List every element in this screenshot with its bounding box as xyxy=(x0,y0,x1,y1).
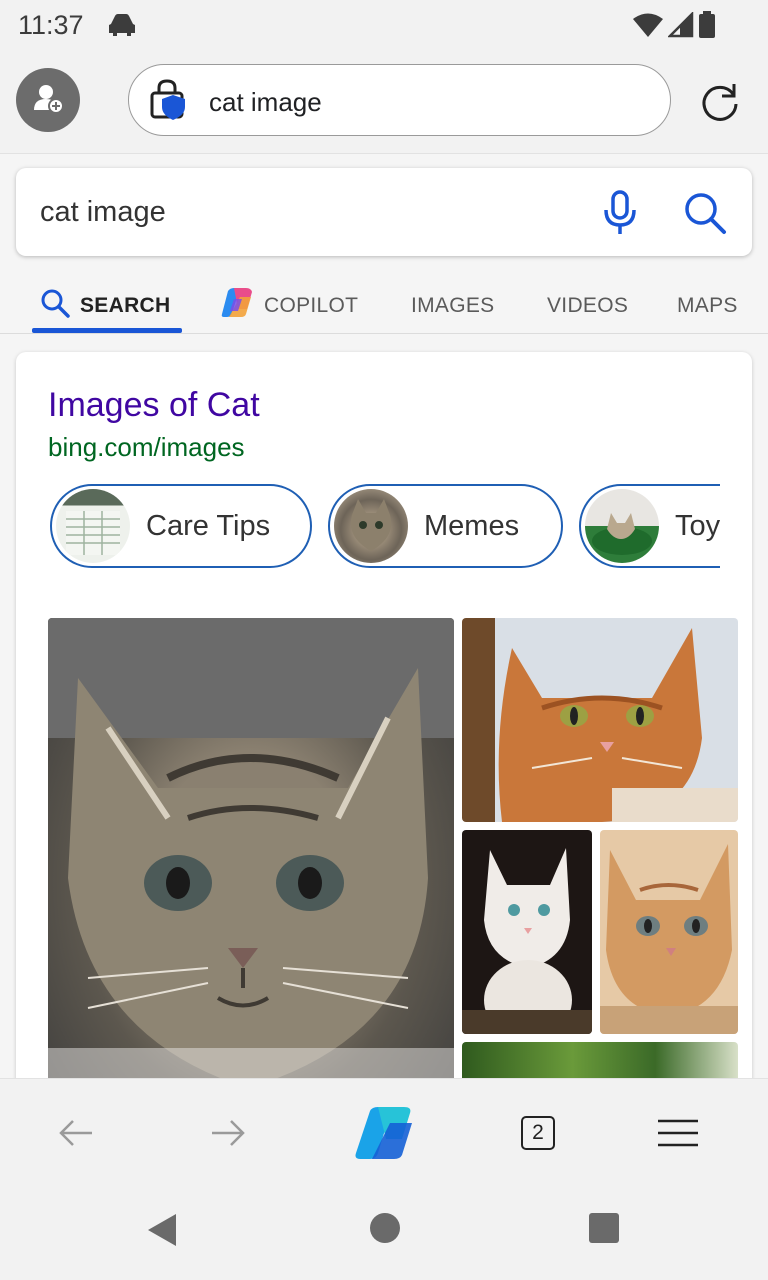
tab-label: VIDEOS xyxy=(547,294,629,317)
result-title-link[interactable]: Images of Cat xyxy=(48,386,260,425)
tabs-button[interactable]: 2 xyxy=(510,1105,566,1161)
address-bar[interactable]: cat image xyxy=(128,64,671,136)
hamburger-menu-icon xyxy=(658,1119,698,1147)
secure-lock-icon[interactable] xyxy=(149,79,189,126)
car-notification-icon xyxy=(106,12,138,43)
search-tabs: SEARCH COPILOT IMAGES VIDEOS MAPS xyxy=(0,278,768,334)
wifi-icon xyxy=(632,12,664,43)
search-input[interactable]: cat image xyxy=(40,196,166,229)
tab-label: MAPS xyxy=(677,294,738,317)
image-result-card: Images of Cat bing.com/images Care Tips xyxy=(16,352,752,1078)
browser-toolbar: cat image xyxy=(0,50,768,154)
copilot-icon xyxy=(355,1107,412,1159)
search-icon[interactable] xyxy=(682,190,728,241)
arrow-right-icon xyxy=(212,1120,245,1146)
image-grid xyxy=(48,618,738,1078)
image-orange-cat[interactable] xyxy=(462,618,738,822)
system-home-button[interactable] xyxy=(369,1212,401,1249)
system-recents-button[interactable] xyxy=(588,1212,620,1249)
arrow-left-icon xyxy=(59,1120,92,1146)
memes-thumbnail xyxy=(334,489,408,563)
system-nav-bar xyxy=(0,1182,768,1280)
reload-button[interactable] xyxy=(698,80,742,124)
chip-label: Toys xyxy=(675,509,720,542)
forward-button[interactable] xyxy=(200,1105,256,1161)
address-text: cat image xyxy=(209,87,322,117)
system-back-button[interactable] xyxy=(146,1212,178,1253)
image-tabby-kitten[interactable] xyxy=(48,618,454,1078)
related-chips: Care Tips Memes Toys xyxy=(48,482,720,572)
tab-label: IMAGES xyxy=(411,294,495,317)
search-icon xyxy=(40,288,70,324)
chip-toys[interactable]: Toys xyxy=(579,484,720,568)
tab-label: SEARCH xyxy=(80,294,171,317)
tab-copilot[interactable]: COPILOT xyxy=(220,278,358,334)
status-time: 11:37 xyxy=(18,10,84,40)
signal-icon xyxy=(666,10,694,43)
microphone-icon[interactable] xyxy=(602,190,638,241)
tab-videos[interactable]: VIDEOS xyxy=(547,278,628,334)
image-ginger-kitten[interactable] xyxy=(600,830,738,1034)
tab-label: COPILOT xyxy=(264,294,359,317)
image-white-kitten[interactable] xyxy=(462,830,592,1034)
add-profile-icon xyxy=(32,82,64,119)
result-url[interactable]: bing.com/images xyxy=(48,432,245,463)
search-box[interactable]: cat image xyxy=(16,168,752,256)
square-recents-icon xyxy=(589,1213,619,1243)
chip-label: Memes xyxy=(424,509,520,542)
circle-home-icon xyxy=(370,1213,400,1243)
image-green-partial[interactable] xyxy=(462,1042,738,1078)
tab-count: 2 xyxy=(521,1116,555,1150)
active-tab-indicator xyxy=(32,328,182,333)
tab-search[interactable]: SEARCH xyxy=(40,278,170,334)
copilot-button[interactable] xyxy=(350,1105,418,1161)
care-tips-thumbnail xyxy=(56,489,130,563)
chip-label: Care Tips xyxy=(146,509,271,542)
web-page: cat image SEARCH COPILOT IMAGES VIDEOS M… xyxy=(0,154,768,1078)
profile-button[interactable] xyxy=(16,68,80,132)
tab-maps[interactable]: MAPS xyxy=(677,278,738,334)
browser-bottom-nav: 2 xyxy=(0,1078,768,1182)
back-button[interactable] xyxy=(48,1105,104,1161)
menu-button[interactable] xyxy=(650,1105,706,1161)
battery-icon xyxy=(698,11,716,44)
chip-memes[interactable]: Memes xyxy=(328,484,563,568)
tab-images[interactable]: IMAGES xyxy=(411,278,494,334)
copilot-icon xyxy=(220,287,254,325)
status-bar: 11:37 xyxy=(0,0,768,50)
triangle-back-icon xyxy=(148,1214,176,1246)
chip-care-tips[interactable]: Care Tips xyxy=(50,484,312,568)
toys-thumbnail xyxy=(585,489,659,563)
